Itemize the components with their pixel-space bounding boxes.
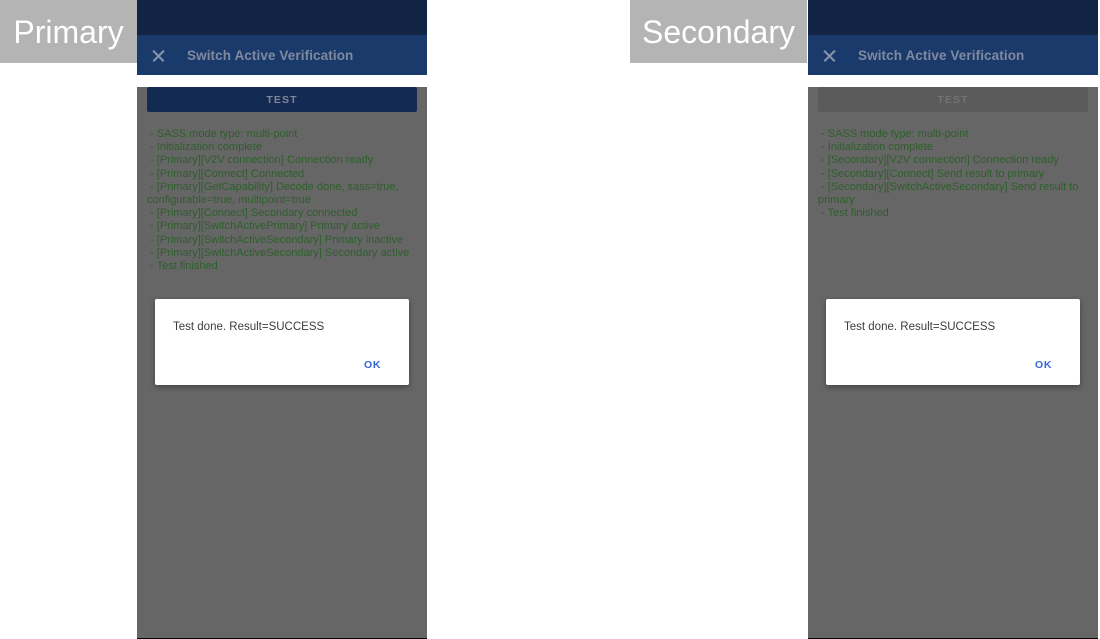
test-button[interactable]: TEST bbox=[147, 87, 417, 112]
panel-label-primary: Primary bbox=[0, 0, 137, 63]
dialog-actions: OK bbox=[173, 357, 391, 377]
screen-content: TEST SASS mode type: multi-point Initial… bbox=[137, 87, 427, 638]
app-bar: Switch Active Verification bbox=[808, 35, 1098, 75]
log-line: [Secondary][V2V connection] Connection r… bbox=[818, 154, 1088, 167]
log-line: [Secondary][Connect] Send result to prim… bbox=[818, 168, 1088, 181]
panel-label-secondary: Secondary bbox=[630, 0, 807, 63]
app-bar: Switch Active Verification bbox=[137, 35, 427, 75]
log-line: [Primary][Connect] Secondary connected bbox=[147, 207, 417, 220]
screen-content: TEST SASS mode type: multi-point Initial… bbox=[808, 87, 1098, 638]
log-output: SASS mode type: multi-point Initializati… bbox=[818, 128, 1088, 220]
log-line: Test finished bbox=[818, 207, 1088, 220]
log-line: [Primary][SwitchActivePrimary] Primary a… bbox=[147, 220, 417, 233]
log-line: [Primary][SwitchActiveSecondary] Primary… bbox=[147, 234, 417, 247]
app-bar-title: Switch Active Verification bbox=[187, 47, 354, 63]
dialog-ok-button[interactable]: OK bbox=[1029, 357, 1058, 373]
status-bar bbox=[137, 0, 427, 35]
log-line: Initialization complete bbox=[818, 141, 1088, 154]
close-icon[interactable] bbox=[822, 48, 837, 63]
log-line: Test finished bbox=[147, 260, 417, 273]
result-dialog: Test done. Result=SUCCESS OK bbox=[826, 299, 1080, 385]
log-line: SASS mode type: multi-point bbox=[818, 128, 1088, 141]
app-bar-title: Switch Active Verification bbox=[858, 47, 1025, 63]
log-line: [Primary][SwitchActiveSecondary] Seconda… bbox=[147, 247, 417, 260]
close-icon[interactable] bbox=[151, 48, 166, 63]
dialog-ok-button[interactable]: OK bbox=[358, 357, 387, 373]
result-dialog: Test done. Result=SUCCESS OK bbox=[155, 299, 409, 385]
log-output: SASS mode type: multi-point Initializati… bbox=[147, 128, 417, 273]
dialog-message: Test done. Result=SUCCESS bbox=[173, 321, 325, 333]
device-screen-secondary: Switch Active Verification TEST SASS mod… bbox=[808, 0, 1098, 639]
dialog-actions: OK bbox=[844, 357, 1062, 377]
log-line: [Primary][Connect] Connected bbox=[147, 168, 417, 181]
log-line: SASS mode type: multi-point bbox=[147, 128, 417, 141]
device-screen-primary: Switch Active Verification TEST SASS mod… bbox=[137, 0, 427, 639]
test-button[interactable]: TEST bbox=[818, 87, 1088, 112]
log-line: [Primary][V2V connection] Connection rea… bbox=[147, 154, 417, 167]
log-line: [Primary][GetCapability] Decode done, sa… bbox=[147, 181, 417, 207]
dialog-message: Test done. Result=SUCCESS bbox=[844, 321, 996, 333]
log-line: [Secondary][SwitchActiveSecondary] Send … bbox=[818, 181, 1088, 207]
log-line: Initialization complete bbox=[147, 141, 417, 154]
status-bar bbox=[808, 0, 1098, 35]
